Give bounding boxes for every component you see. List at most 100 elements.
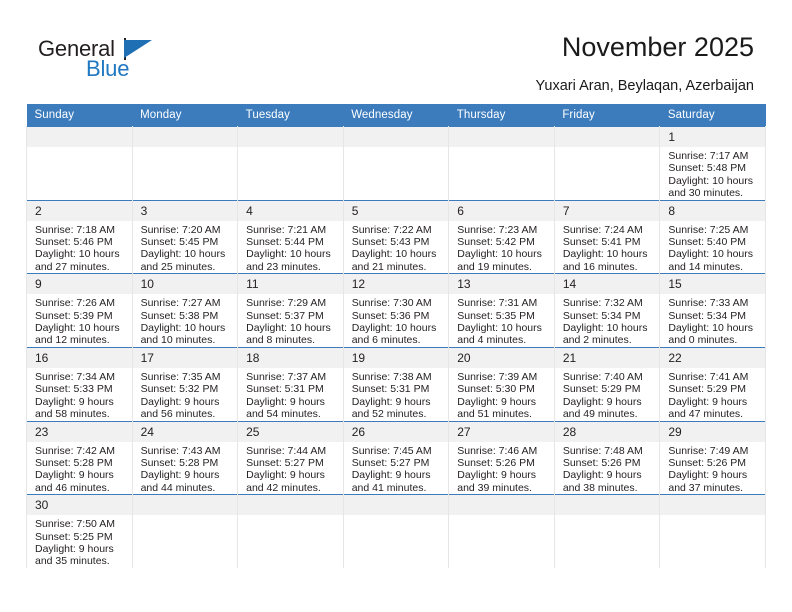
calendar-day-cell[interactable]: 21 Sunrise: 7:40 AM Sunset: 5:29 PM Dayligh…: [553, 346, 661, 421]
daylight-text-line2: and 39 minutes.: [457, 481, 532, 494]
sunset-text: Sunset: 5:45 PM: [140, 236, 219, 249]
day-number: 6: [449, 200, 554, 221]
calendar-day-cell[interactable]: 11 Sunrise: 7:29 AM Sunset: 5:37 PM Dayligh…: [237, 273, 344, 348]
calendar-day-cell[interactable]: 6 Sunrise: 7:23 AM Sunset: 5:42 PM Daylight…: [448, 199, 555, 274]
sunset-text: Sunset: 5:28 PM: [140, 456, 219, 469]
day-number: 16: [27, 347, 132, 368]
daylight-text-line1: Daylight: 9 hours: [246, 395, 325, 408]
calendar-day-cell[interactable]: 1 Sunrise: 7:17 AM Sunset: 5:48 PM Daylight…: [659, 126, 766, 201]
day-number: 26: [343, 421, 449, 442]
daylight-text-line2: and 44 minutes.: [140, 481, 216, 494]
weekday-header-wednesday: Wednesday: [343, 104, 449, 127]
calendar-day-cell[interactable]: 23 Sunrise: 7:42 AM Sunset: 5:28 PM Dayligh…: [26, 420, 133, 495]
page-title: November 2025: [561, 32, 754, 62]
daylight-text-line1: Daylight: 9 hours: [457, 395, 537, 408]
sunrise-text: Sunrise: 7:21 AM: [246, 223, 327, 236]
general-blue-logo[interactable]: General Blue: [38, 36, 238, 88]
day-number: 17: [132, 347, 238, 368]
calendar-day-cell-empty: [237, 494, 344, 568]
calendar-header-row: Sunday Monday Tuesday Wednesday Thursday…: [26, 104, 766, 127]
calendar-day-cell[interactable]: 29 Sunrise: 7:49 AM Sunset: 5:26 PM Dayligh…: [659, 420, 766, 495]
day-sun-info: Sunrise: 7:23 AM Sunset: 5:42 PM Daylight:…: [449, 221, 554, 274]
day-number: [27, 127, 132, 147]
daylight-text-line2: and 19 minutes.: [457, 260, 532, 273]
calendar-day-cell-empty: [342, 494, 450, 568]
calendar-day-cell[interactable]: 5 Sunrise: 7:22 AM Sunset: 5:43 PM Daylight…: [342, 199, 450, 274]
calendar-day-cell[interactable]: 2 Sunrise: 7:18 AM Sunset: 5:46 PM Daylight…: [26, 199, 133, 274]
calendar-day-cell[interactable]: 26 Sunrise: 7:45 AM Sunset: 5:27 PM Dayligh…: [342, 420, 450, 495]
day-number: 23: [27, 421, 132, 442]
daylight-text-line1: Daylight: 9 hours: [668, 469, 748, 482]
sunset-text: Sunset: 5:28 PM: [35, 456, 113, 469]
calendar-day-cell[interactable]: 28 Sunrise: 7:48 AM Sunset: 5:26 PM Dayligh…: [553, 420, 661, 495]
calendar-day-cell[interactable]: 16 Sunrise: 7:34 AM Sunset: 5:33 PM Dayligh…: [26, 346, 133, 421]
sunset-text: Sunset: 5:29 PM: [562, 383, 641, 396]
daylight-text-line2: and 56 minutes.: [140, 408, 216, 421]
calendar-day-cell[interactable]: 14 Sunrise: 7:32 AM Sunset: 5:34 PM Dayligh…: [553, 273, 661, 348]
sunset-text: Sunset: 5:40 PM: [668, 236, 747, 249]
calendar-day-cell-empty: [237, 126, 344, 201]
day-number: 13: [449, 274, 554, 295]
sunset-text: Sunset: 5:36 PM: [351, 309, 430, 322]
day-sun-info: Sunrise: 7:20 AM Sunset: 5:45 PM Daylight:…: [133, 221, 238, 274]
calendar-day-cell[interactable]: 15 Sunrise: 7:33 AM Sunset: 5:34 PM Dayligh…: [659, 273, 766, 348]
daylight-text-line1: Daylight: 10 hours: [246, 322, 331, 335]
calendar-day-cell[interactable]: 20 Sunrise: 7:39 AM Sunset: 5:30 PM Dayligh…: [448, 346, 555, 421]
daylight-text-line1: Daylight: 9 hours: [562, 469, 642, 482]
sunrise-text: Sunrise: 7:17 AM: [668, 150, 749, 162]
daylight-text-line2: and 8 minutes.: [246, 334, 316, 347]
calendar-day-cell[interactable]: 24 Sunrise: 7:43 AM Sunset: 5:28 PM Dayligh…: [131, 420, 239, 495]
sunrise-text: Sunrise: 7:27 AM: [140, 297, 221, 310]
day-sun-info: Sunrise: 7:34 AM Sunset: 5:33 PM Daylight:…: [27, 368, 132, 421]
sunrise-text: Sunrise: 7:29 AM: [246, 297, 327, 310]
sunrise-text: Sunrise: 7:26 AM: [35, 297, 115, 310]
day-sun-info: Sunrise: 7:26 AM Sunset: 5:39 PM Daylight:…: [27, 294, 132, 347]
calendar-day-cell[interactable]: 8 Sunrise: 7:25 AM Sunset: 5:40 PM Daylight…: [659, 199, 766, 274]
daylight-text-line2: and 41 minutes.: [351, 481, 427, 494]
sunset-text: Sunset: 5:48 PM: [668, 162, 747, 175]
calendar-day-cell[interactable]: 22 Sunrise: 7:41 AM Sunset: 5:29 PM Dayligh…: [659, 346, 766, 421]
calendar-day-cell[interactable]: 27 Sunrise: 7:46 AM Sunset: 5:26 PM Dayligh…: [448, 420, 555, 495]
sunset-text: Sunset: 5:37 PM: [246, 309, 324, 322]
calendar-day-cell[interactable]: 17 Sunrise: 7:35 AM Sunset: 5:32 PM Dayligh…: [131, 346, 239, 421]
sunset-text: Sunset: 5:29 PM: [668, 383, 747, 396]
day-number: 15: [660, 274, 765, 295]
calendar-day-cell[interactable]: 12 Sunrise: 7:30 AM Sunset: 5:36 PM Dayligh…: [342, 273, 450, 348]
sunrise-text: Sunrise: 7:42 AM: [35, 444, 115, 457]
calendar-day-cell[interactable]: 18 Sunrise: 7:37 AM Sunset: 5:31 PM Dayligh…: [237, 346, 344, 421]
day-number: [554, 127, 660, 147]
calendar-day-cell[interactable]: 9 Sunrise: 7:26 AM Sunset: 5:39 PM Daylight…: [26, 273, 133, 348]
calendar-day-cell[interactable]: 10 Sunrise: 7:27 AM Sunset: 5:38 PM Dayligh…: [131, 273, 239, 348]
daylight-text-line2: and 49 minutes.: [562, 408, 638, 421]
calendar-table: Sunday Monday Tuesday Wednesday Thursday…: [26, 104, 766, 568]
daylight-text-line2: and 2 minutes.: [562, 334, 632, 347]
calendar-day-cell[interactable]: 7 Sunrise: 7:24 AM Sunset: 5:41 PM Daylight…: [553, 199, 661, 274]
day-number: [449, 495, 554, 516]
day-number: 7: [554, 200, 660, 221]
calendar-day-cell-empty: [553, 126, 661, 201]
sunrise-text: Sunrise: 7:20 AM: [140, 223, 221, 236]
calendar-day-cell[interactable]: 30 Sunrise: 7:50 AM Sunset: 5:25 PM Dayligh…: [26, 494, 133, 568]
sunset-text: Sunset: 5:30 PM: [457, 383, 535, 396]
day-sun-info: Sunrise: 7:33 AM Sunset: 5:34 PM Daylight:…: [660, 294, 765, 347]
calendar-day-cell[interactable]: 3 Sunrise: 7:20 AM Sunset: 5:45 PM Daylight…: [131, 199, 239, 274]
daylight-text-line1: Daylight: 9 hours: [351, 395, 431, 408]
calendar-day-cell[interactable]: 19 Sunrise: 7:38 AM Sunset: 5:31 PM Dayligh…: [342, 346, 450, 421]
daylight-text-line1: Daylight: 10 hours: [351, 322, 437, 335]
sunset-text: Sunset: 5:44 PM: [246, 236, 324, 249]
daylight-text-line1: Daylight: 10 hours: [140, 248, 226, 261]
daylight-text-line2: and 27 minutes.: [35, 260, 110, 273]
day-number: [132, 495, 238, 516]
day-number: 29: [660, 421, 765, 442]
daylight-text-line1: Daylight: 9 hours: [35, 395, 114, 408]
daylight-text-line2: and 30 minutes.: [668, 187, 744, 200]
calendar-day-cell[interactable]: 4 Sunrise: 7:21 AM Sunset: 5:44 PM Daylight…: [237, 199, 344, 274]
daylight-text-line2: and 12 minutes.: [35, 334, 110, 347]
calendar-day-cell[interactable]: 13 Sunrise: 7:31 AM Sunset: 5:35 PM Dayligh…: [448, 273, 555, 348]
calendar-day-cell[interactable]: 25 Sunrise: 7:44 AM Sunset: 5:27 PM Dayligh…: [237, 420, 344, 495]
daylight-text-line2: and 10 minutes.: [140, 334, 216, 347]
day-number: 12: [343, 274, 449, 295]
daylight-text-line2: and 37 minutes.: [668, 481, 744, 494]
daylight-text-line2: and 4 minutes.: [457, 334, 527, 347]
day-sun-info: Sunrise: 7:37 AM Sunset: 5:31 PM Daylight:…: [238, 368, 343, 421]
